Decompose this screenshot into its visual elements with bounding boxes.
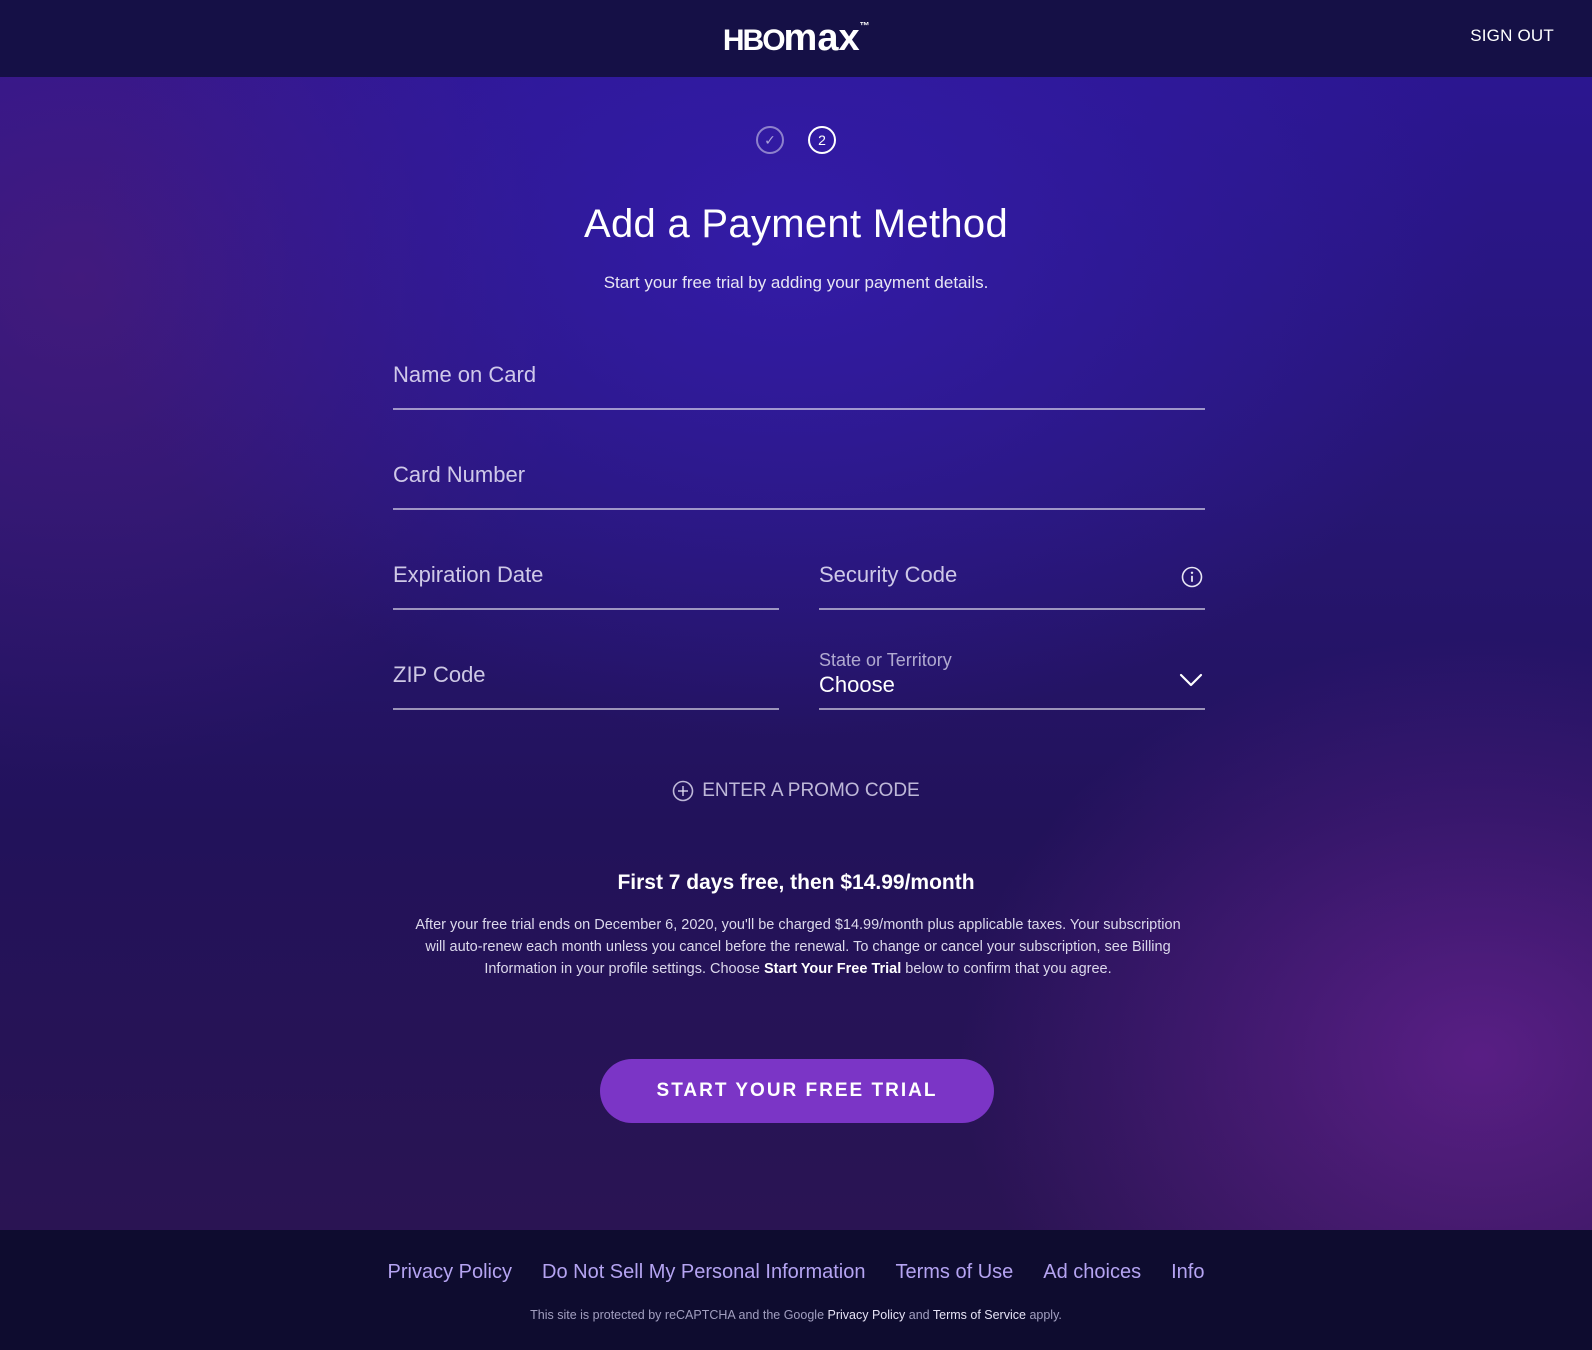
footer-link-ad-choices[interactable]: Ad choices bbox=[1043, 1261, 1141, 1284]
recaptcha-suffix: apply. bbox=[1025, 1308, 1062, 1322]
info-icon[interactable] bbox=[1181, 566, 1203, 588]
footer-link-privacy-policy[interactable]: Privacy Policy bbox=[388, 1261, 512, 1284]
step-2-active: 2 bbox=[808, 126, 836, 154]
logo-max-text: max bbox=[783, 17, 860, 59]
promo-code-link[interactable]: ENTER A PROMO CODE bbox=[0, 780, 1592, 802]
state-select-value: Choose bbox=[819, 672, 895, 697]
recaptcha-and: and bbox=[905, 1308, 933, 1322]
zip-code-field bbox=[393, 636, 779, 710]
recaptcha-terms-link[interactable]: Terms of Service bbox=[933, 1308, 1026, 1322]
recaptcha-prefix: This site is protected by reCAPTCHA and … bbox=[530, 1308, 828, 1322]
offer-terms-part2: below to confirm that you agree. bbox=[901, 961, 1112, 977]
payment-main: ✓ 2 Add a Payment Method Start your free… bbox=[0, 77, 1592, 1230]
security-code-field bbox=[819, 536, 1205, 610]
expiration-date-field bbox=[393, 536, 779, 610]
card-number-input[interactable] bbox=[393, 462, 1124, 488]
logo-hbo-text: HBO bbox=[722, 24, 786, 57]
footer-link-terms-of-use[interactable]: Terms of Use bbox=[895, 1261, 1013, 1284]
footer-link-do-not-sell[interactable]: Do Not Sell My Personal Information bbox=[542, 1261, 865, 1284]
step-indicator: ✓ 2 bbox=[0, 126, 1592, 154]
recaptcha-privacy-link[interactable]: Privacy Policy bbox=[828, 1308, 906, 1322]
offer-title: First 7 days free, then $14.99/month bbox=[617, 871, 975, 894]
offer-terms-bold: Start Your Free Trial bbox=[764, 961, 902, 977]
card-number-field bbox=[393, 436, 1205, 510]
state-select-label: State or Territory bbox=[819, 650, 952, 670]
sign-out-link[interactable]: SIGN OUT bbox=[1470, 26, 1554, 46]
recaptcha-notice: This site is protected by reCAPTCHA and … bbox=[0, 1308, 1592, 1322]
promo-code-label: ENTER A PROMO CODE bbox=[702, 780, 920, 801]
offer-terms: After your free trial ends on December 6… bbox=[405, 914, 1191, 980]
state-select[interactable]: State or Territory Choose bbox=[819, 636, 1205, 710]
top-header: HBO max ™ SIGN OUT bbox=[0, 0, 1592, 77]
page-title: Add a Payment Method bbox=[583, 202, 1009, 246]
start-free-trial-button[interactable]: START YOUR FREE TRIAL bbox=[600, 1059, 994, 1123]
hbo-max-logo[interactable]: HBO max ™ bbox=[722, 17, 870, 60]
page-subtitle: Start your free trial by adding your pay… bbox=[603, 273, 989, 292]
name-on-card-field bbox=[393, 336, 1205, 410]
footer-links: Privacy Policy Do Not Sell My Personal I… bbox=[0, 1261, 1592, 1284]
plus-circle-icon bbox=[672, 780, 694, 802]
security-code-input[interactable] bbox=[819, 562, 1167, 588]
zip-code-input[interactable] bbox=[393, 662, 741, 688]
expiration-date-input[interactable] bbox=[393, 562, 741, 588]
name-on-card-input[interactable] bbox=[393, 362, 1124, 388]
step-1-complete-check-icon: ✓ bbox=[756, 126, 784, 154]
chevron-down-icon bbox=[1179, 673, 1203, 687]
footer-link-info[interactable]: Info bbox=[1171, 1261, 1204, 1284]
logo-trademark: ™ bbox=[859, 21, 870, 32]
footer: Privacy Policy Do Not Sell My Personal I… bbox=[0, 1230, 1592, 1350]
